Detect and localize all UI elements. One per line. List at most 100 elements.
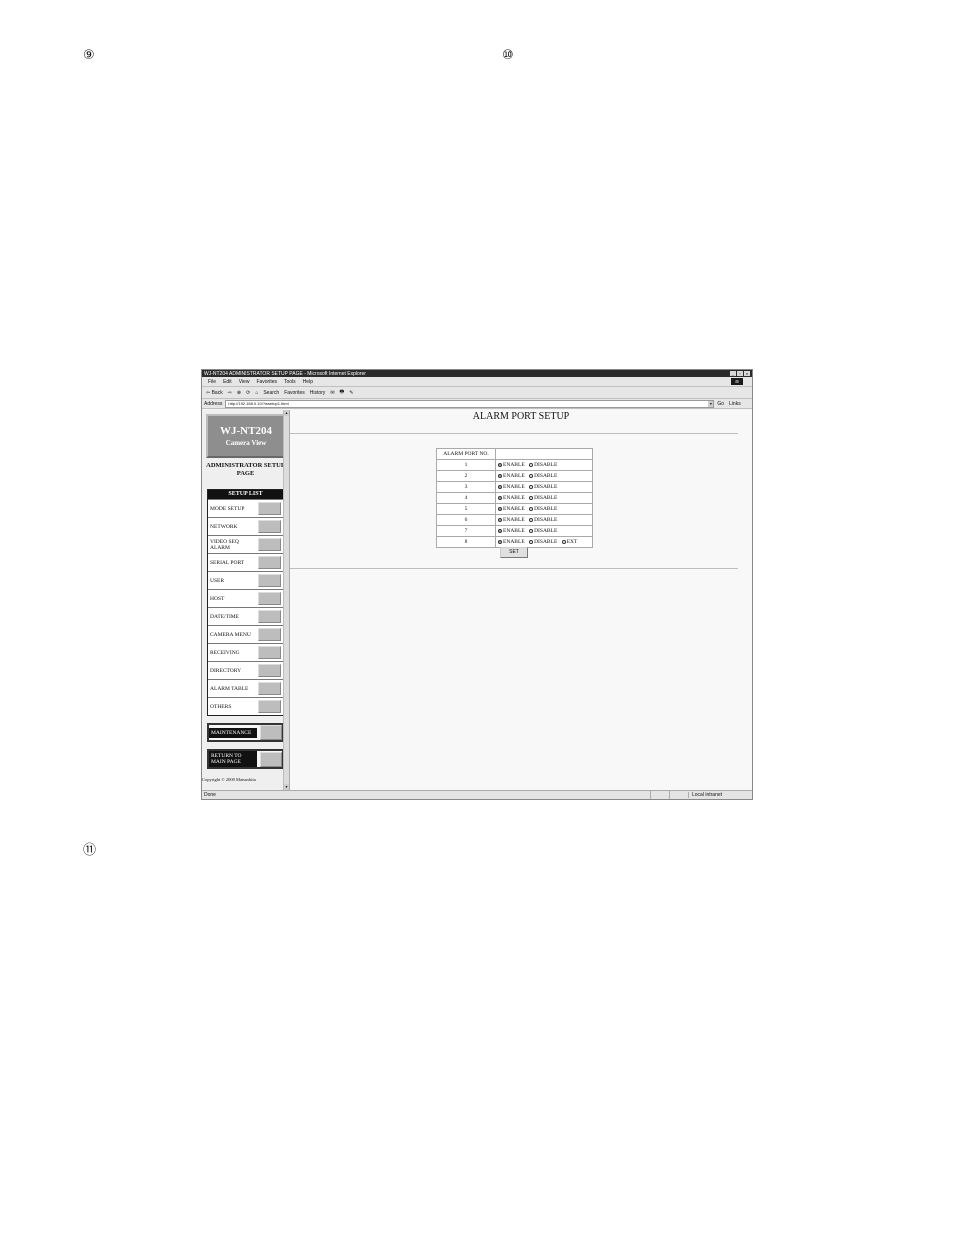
- enable-radio[interactable]: ENABLE: [498, 473, 525, 479]
- search-button[interactable]: Search: [263, 390, 279, 396]
- table-header: ALARM PORT NO.: [436, 448, 496, 460]
- divider-bottom: [290, 568, 738, 569]
- enable-radio[interactable]: ENABLE: [498, 517, 525, 523]
- radio-unchecked-icon: [529, 539, 534, 544]
- set-button[interactable]: SET: [500, 547, 528, 558]
- disable-label: DISABLE: [534, 517, 558, 523]
- disable-radio[interactable]: DISABLE: [529, 484, 557, 490]
- radio-checked-icon: [498, 495, 502, 500]
- sidebar-item-directory: DIRECTORY: [208, 661, 283, 679]
- port-number: 8: [436, 536, 496, 548]
- disable-label: DISABLE: [534, 484, 558, 490]
- menu-view[interactable]: View: [239, 379, 250, 385]
- sidebar-item-camera-menu: CAMERA MENU: [208, 625, 283, 643]
- enable-radio[interactable]: ENABLE: [498, 484, 525, 490]
- table-row: 8 ENABLE DISABLE EXT: [436, 536, 593, 548]
- enable-label: ENABLE: [503, 506, 525, 512]
- mode-setup-button[interactable]: [258, 502, 281, 515]
- disable-radio[interactable]: DISABLE: [529, 462, 557, 468]
- setup-list: SETUP LIST MODE SETUP NETWORK VIDEO SEQ …: [207, 489, 284, 716]
- edit-icon[interactable]: ✎: [349, 390, 353, 396]
- date-time-button[interactable]: [258, 610, 281, 623]
- maintenance-block: MAINTENANCE: [207, 723, 284, 742]
- disable-radio[interactable]: DISABLE: [529, 495, 557, 501]
- radio-unchecked-icon: [529, 528, 534, 533]
- host-button[interactable]: [258, 592, 281, 605]
- stop-button[interactable]: ⊗: [237, 390, 241, 396]
- sidebar-item-label: MODE SETUP: [210, 505, 245, 512]
- maintenance-button[interactable]: [259, 725, 282, 740]
- scroll-up-icon[interactable]: ▴: [284, 410, 289, 416]
- enable-radio[interactable]: ENABLE: [498, 528, 525, 534]
- favorites-button[interactable]: Favorites: [284, 390, 305, 396]
- disable-radio[interactable]: DISABLE: [529, 473, 557, 479]
- menu-favorites[interactable]: Favorites: [256, 379, 277, 385]
- enable-label: ENABLE: [503, 539, 525, 545]
- left-scrollbar[interactable]: ▴ ▾: [283, 410, 289, 790]
- dropdown-arrow-icon[interactable]: ▾: [708, 400, 714, 407]
- directory-button[interactable]: [258, 664, 281, 677]
- mail-icon[interactable]: ✉: [330, 390, 334, 396]
- menu-help[interactable]: Help: [303, 379, 313, 385]
- address-input[interactable]: http://192.168.0.10/?wsetup1.html ▾: [225, 399, 715, 408]
- port-options: ENABLE DISABLE: [495, 525, 593, 537]
- serial-port-button[interactable]: [258, 556, 281, 569]
- back-button[interactable]: ⇦ Back: [206, 390, 223, 396]
- status-cell: [669, 791, 688, 799]
- enable-radio[interactable]: ENABLE: [498, 506, 525, 512]
- return-block: RETURN TO MAIN PAGE: [207, 749, 284, 769]
- sidebar-item-receiving: RECEIVING: [208, 643, 283, 661]
- maximize-button[interactable]: ▫: [737, 371, 743, 376]
- minimize-button[interactable]: _: [730, 371, 736, 376]
- enable-radio[interactable]: ENABLE: [498, 539, 525, 545]
- sidebar-item-others: OTHERS: [208, 697, 283, 715]
- port-options: ENABLE DISABLE EXT: [495, 536, 593, 548]
- menu-file[interactable]: File: [208, 379, 216, 385]
- status-text: Done: [204, 792, 216, 798]
- disable-radio[interactable]: DISABLE: [529, 506, 557, 512]
- enable-label: ENABLE: [503, 473, 525, 479]
- return-main-button[interactable]: [259, 751, 282, 767]
- home-button[interactable]: ⌂: [255, 390, 258, 396]
- logo-subtitle: Camera View: [225, 439, 267, 447]
- admin-title: ADMINISTRATOR SETUP PAGE: [206, 462, 285, 477]
- radio-unchecked-icon: [529, 506, 534, 511]
- video-seq-alarm-button[interactable]: [258, 538, 281, 551]
- user-button[interactable]: [258, 574, 281, 587]
- disable-label: DISABLE: [534, 539, 558, 545]
- enable-radio[interactable]: ENABLE: [498, 462, 525, 468]
- radio-unchecked-icon: [529, 517, 534, 522]
- links-button[interactable]: Links: [729, 401, 741, 407]
- radio-unchecked-icon: [529, 495, 534, 500]
- forward-button[interactable]: ⇨: [228, 390, 232, 396]
- ext-radio[interactable]: EXT: [561, 539, 577, 545]
- refresh-button[interactable]: ⟳: [246, 390, 250, 396]
- go-button[interactable]: Go: [717, 401, 724, 407]
- radio-unchecked-icon: [529, 484, 534, 489]
- sidebar-item-host: HOST: [208, 589, 283, 607]
- menu-edit[interactable]: Edit: [223, 379, 232, 385]
- disable-radio[interactable]: DISABLE: [529, 528, 557, 534]
- history-button[interactable]: History: [310, 390, 326, 396]
- port-number: 2: [436, 470, 496, 482]
- enable-radio[interactable]: ENABLE: [498, 495, 525, 501]
- main-frame: ALARM PORT SETUP ALARM PORT NO. 1 ENABLE…: [290, 410, 752, 790]
- windows-logo-icon: ⊞: [731, 378, 743, 385]
- menu-tools[interactable]: Tools: [284, 379, 296, 385]
- alarm-table-button[interactable]: [258, 682, 281, 695]
- return-label: RETURN TO MAIN PAGE: [209, 751, 257, 767]
- others-button[interactable]: [258, 700, 281, 713]
- maintenance-label: MAINTENANCE: [209, 727, 257, 738]
- address-bar: Address http://192.168.0.10/?wsetup1.htm…: [202, 399, 752, 409]
- page-title: ALARM PORT SETUP: [472, 411, 570, 422]
- network-button[interactable]: [258, 520, 281, 533]
- table-row: 6 ENABLE DISABLE: [436, 514, 593, 526]
- receiving-button[interactable]: [258, 646, 281, 659]
- print-icon[interactable]: 🖶: [340, 389, 345, 397]
- disable-radio[interactable]: DISABLE: [529, 517, 557, 523]
- sidebar-item-label: NETWORK: [210, 523, 238, 530]
- camera-menu-button[interactable]: [258, 628, 281, 641]
- close-button[interactable]: x: [744, 371, 750, 376]
- section-number-9: ⑨: [83, 48, 95, 63]
- disable-radio[interactable]: DISABLE: [529, 539, 557, 545]
